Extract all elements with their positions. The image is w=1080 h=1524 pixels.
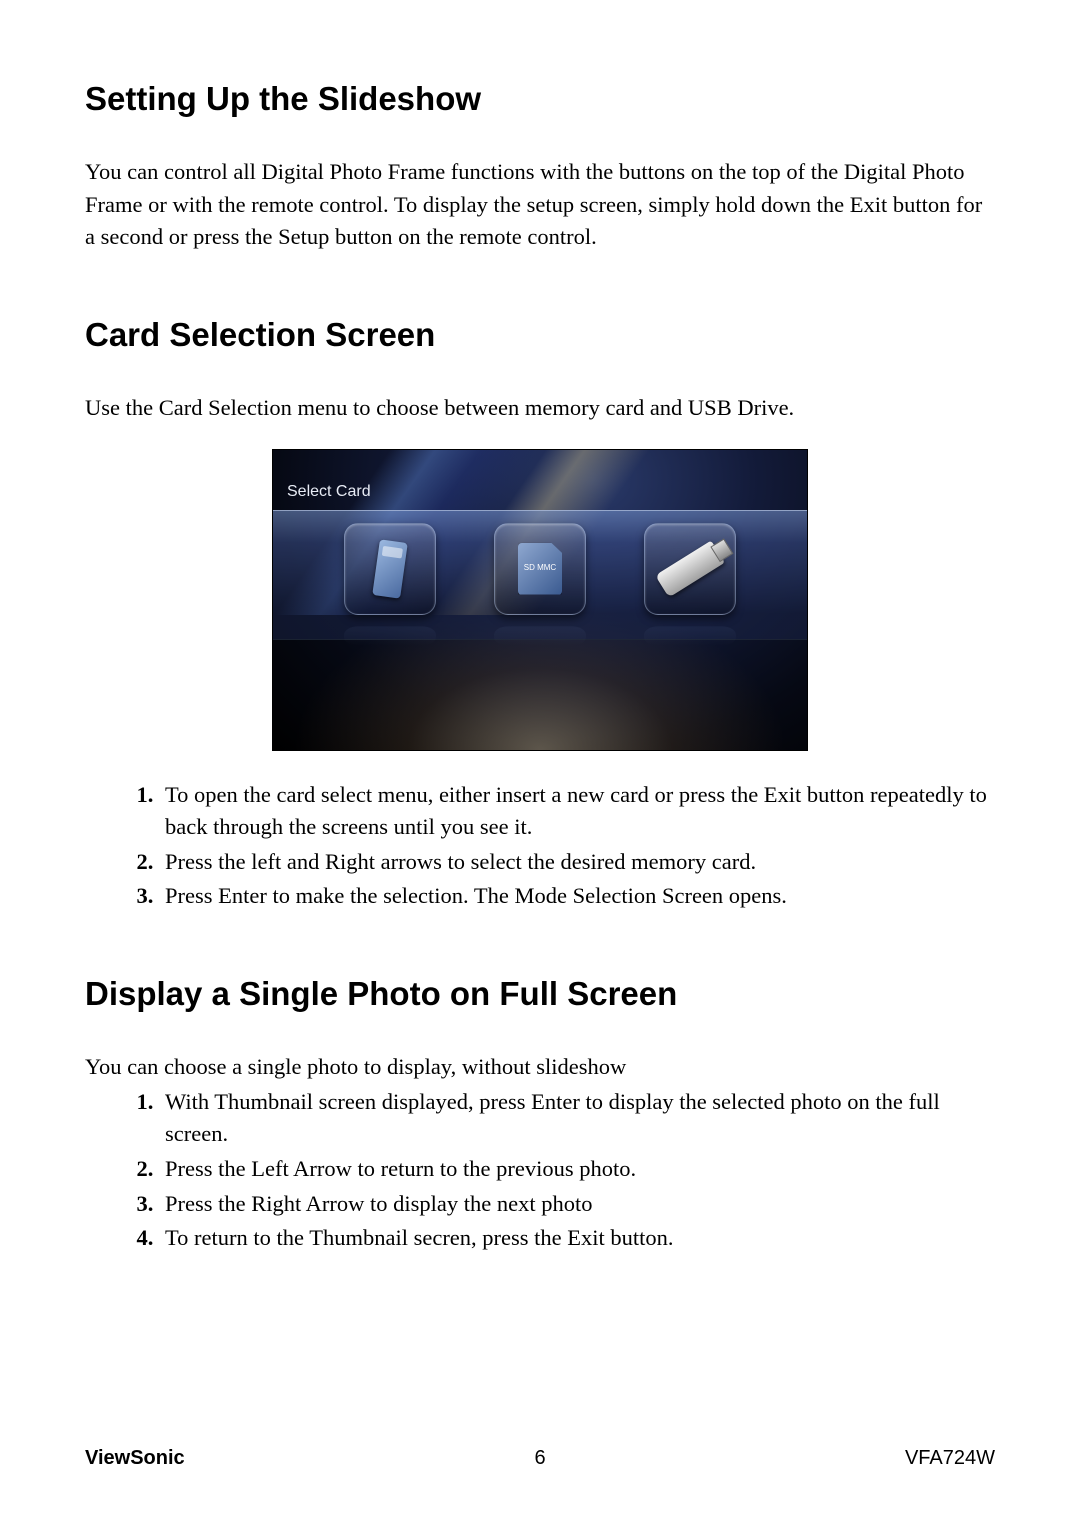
list-item: Press the Left Arrow to return to the pr… <box>159 1153 995 1186</box>
section-slideshow: Setting Up the Slideshow You can control… <box>85 80 995 254</box>
usb-drive-icon <box>655 540 725 597</box>
list-item: Press Enter to make the selection. The M… <box>159 880 995 913</box>
card-selection-steps: To open the card select menu, either ins… <box>85 779 995 914</box>
reflection <box>644 626 736 645</box>
para-single-photo: You can choose a single photo to display… <box>85 1051 995 1084</box>
list-item: To return to the Thumbnail secren, press… <box>159 1222 995 1255</box>
page-footer: ViewSonic 6 VFA724W <box>85 1447 995 1470</box>
screenshot-container: Select Card SD MMC <box>85 449 995 751</box>
list-item: To open the card select menu, either ins… <box>159 779 995 844</box>
select-card-label: Select Card <box>287 483 371 501</box>
sd-mmc-option: SD MMC <box>494 523 586 615</box>
heading-slideshow: Setting Up the Slideshow <box>85 80 995 118</box>
card-row: SD MMC <box>273 511 807 615</box>
list-item: Press the Right Arrow to display the nex… <box>159 1188 995 1221</box>
card-selection-screenshot: Select Card SD MMC <box>272 449 808 751</box>
reflection <box>494 626 586 645</box>
list-item: With Thumbnail screen displayed, press E… <box>159 1086 995 1151</box>
memory-stick-icon <box>372 539 408 598</box>
footer-page-number: 6 <box>534 1447 545 1470</box>
para-card-selection: Use the Card Selection menu to choose be… <box>85 392 995 425</box>
footer-model: VFA724W <box>905 1447 995 1470</box>
heading-card-selection: Card Selection Screen <box>85 316 995 354</box>
heading-single-photo: Display a Single Photo on Full Screen <box>85 975 995 1013</box>
para-slideshow: You can control all Digital Photo Frame … <box>85 156 995 254</box>
list-item: Press the left and Right arrows to selec… <box>159 846 995 879</box>
memory-stick-option <box>344 523 436 615</box>
select-card-bar: Select Card SD MMC <box>273 510 807 640</box>
footer-brand: ViewSonic <box>85 1447 185 1470</box>
sd-card-icon: SD MMC <box>518 543 562 595</box>
section-single-photo: Display a Single Photo on Full Screen Yo… <box>85 975 995 1255</box>
section-card-selection: Card Selection Screen Use the Card Selec… <box>85 316 995 913</box>
reflection <box>344 626 436 645</box>
single-photo-steps: With Thumbnail screen displayed, press E… <box>85 1086 995 1255</box>
usb-flash-option <box>644 523 736 615</box>
